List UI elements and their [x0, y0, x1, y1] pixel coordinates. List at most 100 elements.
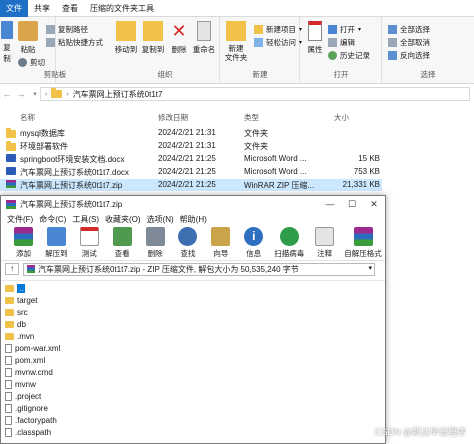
paste-shortcut-button[interactable]: 粘贴快捷方式 — [46, 37, 103, 48]
winrar-window: 汽车票网上预订系统0t1t7.zip — ☐ ✕ 文件(F) 命令(C) 工具(… — [0, 195, 386, 444]
word-doc-icon — [6, 154, 16, 162]
rename-button[interactable]: 重命名 — [190, 21, 218, 55]
tab-view[interactable]: 查看 — [56, 0, 84, 17]
copy-path-icon — [46, 25, 55, 34]
archive-item-name: pom-war.xml — [15, 344, 61, 353]
select-all-button[interactable]: 全部选择 — [388, 24, 430, 35]
copy-to-button[interactable]: 复制到 — [140, 21, 166, 55]
folder-icon — [6, 141, 16, 151]
wizard-button[interactable]: 向导 — [204, 226, 237, 260]
scissors-icon — [18, 58, 27, 67]
archive-list-item[interactable]: mvnw.cmd — [5, 367, 53, 378]
view-button[interactable]: 查看 — [106, 226, 139, 260]
column-modified[interactable]: 修改日期 — [158, 112, 188, 123]
file-icon — [5, 392, 12, 401]
archive-list-item[interactable]: .gitignore — [5, 403, 48, 414]
copy-icon — [1, 21, 13, 39]
test-button[interactable]: 测试 — [73, 226, 106, 260]
cut-button[interactable]: 剪切 — [18, 57, 45, 68]
minimize-icon[interactable]: — — [319, 196, 341, 212]
archive-list-item[interactable]: target — [5, 295, 37, 306]
menu-tools[interactable]: 工具(S) — [70, 212, 103, 226]
file-row-selected[interactable]: 汽车票网上预订系统0t1t7.zip 2024/2/21 21:25 WinRA… — [0, 179, 382, 191]
folder-icon — [6, 128, 16, 138]
archive-list-item[interactable]: pom.xml — [5, 355, 45, 366]
address-path-box[interactable]: › › 汽车票网上预订系统0t1t7 — [40, 87, 470, 101]
history-icon — [328, 51, 337, 60]
file-icon — [5, 344, 12, 353]
archive-list-item[interactable]: .. — [5, 283, 26, 294]
properties-button[interactable]: 属性 — [303, 21, 327, 55]
archive-item-name: mvnw.cmd — [15, 368, 53, 377]
clipboard-group-label: 剪贴板 — [43, 70, 67, 79]
new-item-button[interactable]: 新建项目 ▾ — [254, 24, 302, 35]
open-group-label: 打开 — [333, 70, 349, 79]
back-arrow-icon[interactable]: ← — [0, 89, 14, 99]
archive-list-item[interactable]: src — [5, 307, 28, 318]
archive-list-item[interactable]: pom-war.xml — [5, 343, 60, 354]
archive-path-box[interactable]: 汽车票网上预订系统0t1t7.zip - ZIP 压缩文件, 解包大小为 50,… — [23, 262, 375, 276]
folder-icon — [5, 309, 14, 316]
file-row[interactable]: springboot环境安装文档.docx 2024/2/21 21:25 Mi… — [0, 153, 474, 165]
edit-icon — [328, 38, 337, 47]
history-button[interactable]: 历史记录 — [328, 50, 370, 61]
virus-scan-icon — [279, 227, 299, 246]
tab-compressed-folder-tools[interactable]: 压缩的文件夹工具 — [84, 0, 160, 17]
archive-list-item[interactable]: db — [5, 319, 26, 330]
extract-folder-icon — [46, 227, 66, 246]
file-row[interactable]: 环境部署软件 2024/2/21 21:31 文件夹 — [0, 140, 474, 152]
extract-to-button[interactable]: 解压到 — [40, 226, 73, 260]
delete-button[interactable]: ✕ 删除 — [168, 21, 190, 55]
forward-arrow-icon[interactable]: → — [14, 89, 28, 99]
ribbon: 复制 粘贴 复制路径 粘贴快捷方式 剪切 剪贴板 移动到 复制到 ✕ 删除 重命… — [0, 17, 474, 84]
chevron-down-icon[interactable]: ▾ — [368, 264, 372, 272]
info-button[interactable]: i 信息 — [237, 226, 270, 260]
select-none-button[interactable]: 全部取消 — [388, 37, 430, 48]
file-icon — [5, 404, 12, 413]
virus-scan-button[interactable]: 扫描病毒 — [270, 226, 308, 260]
archive-list-item[interactable]: .classpath — [5, 427, 51, 438]
paste-button[interactable]: 粘贴 — [14, 21, 42, 55]
delete-archive-button[interactable]: 删除 — [139, 226, 172, 260]
maximize-icon[interactable]: ☐ — [341, 196, 363, 212]
find-button[interactable]: 查找 — [172, 226, 205, 260]
up-level-icon[interactable]: ↑ — [5, 263, 19, 275]
easy-access-button[interactable]: 轻松访问 ▾ — [254, 37, 302, 48]
copy-button[interactable]: 复制 — [0, 21, 14, 64]
winrar-archive-icon — [27, 265, 35, 273]
column-type[interactable]: 类型 — [244, 112, 259, 123]
column-name[interactable]: 名称 — [20, 112, 35, 123]
move-to-button[interactable]: 移动到 — [113, 21, 139, 55]
archive-item-name: target — [17, 296, 38, 305]
invert-selection-button[interactable]: 反向选择 — [388, 50, 430, 61]
copy-to-icon — [143, 21, 163, 41]
menu-file[interactable]: 文件(F) — [5, 212, 37, 226]
file-row[interactable]: mysql数据库 2024/2/21 21:31 文件夹 — [0, 127, 474, 139]
archive-list-item[interactable]: mvnw — [5, 379, 36, 390]
menu-options[interactable]: 选项(N) — [145, 212, 178, 226]
archive-list-item[interactable]: .factorypath — [5, 415, 57, 426]
sfx-button[interactable]: 自解压格式 — [341, 226, 385, 260]
select-all-icon — [388, 25, 397, 34]
menu-favorites[interactable]: 收藏夹(O) — [103, 212, 145, 226]
delete-x-icon: ✕ — [171, 21, 187, 41]
winrar-title-bar[interactable]: 汽车票网上预订系统0t1t7.zip — ☐ ✕ — [1, 196, 385, 212]
tab-share[interactable]: 共享 — [28, 0, 56, 17]
add-button[interactable]: 添加 — [7, 226, 40, 260]
archive-item-name: .project — [15, 392, 42, 401]
edit-button[interactable]: 编辑 — [328, 37, 355, 48]
new-folder-button[interactable]: 新建 文件夹 — [222, 21, 250, 62]
archive-list-item[interactable]: .mvn — [5, 331, 34, 342]
comment-button[interactable]: 注释 — [308, 226, 341, 260]
close-icon[interactable]: ✕ — [363, 196, 385, 212]
menu-commands[interactable]: 命令(C) — [37, 212, 70, 226]
add-archive-icon — [13, 227, 33, 246]
archive-list-item[interactable]: .project — [5, 391, 41, 402]
menu-help[interactable]: 帮助(H) — [178, 212, 211, 226]
archive-item-name: .gitignore — [15, 404, 48, 413]
tab-file[interactable]: 文件 — [0, 0, 28, 17]
column-size[interactable]: 大小 — [334, 112, 349, 123]
open-button[interactable]: 打开 ▾ — [328, 24, 361, 35]
file-row[interactable]: 汽车票网上预订系统0t1t7.docx 2024/2/21 21:25 Micr… — [0, 166, 474, 178]
copy-path-button[interactable]: 复制路径 — [46, 24, 88, 35]
